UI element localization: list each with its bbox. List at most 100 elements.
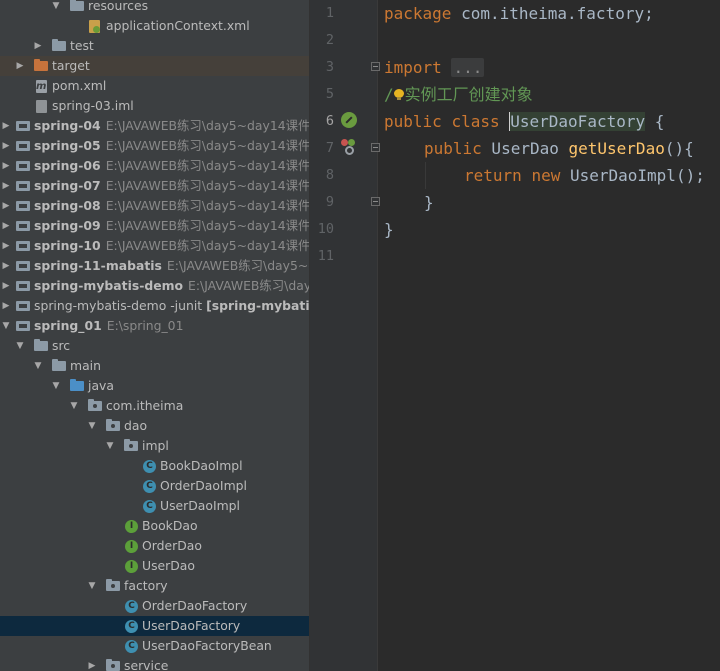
code-line-3[interactable]: import ... bbox=[384, 54, 485, 81]
tree-item-target[interactable]: ▶ target bbox=[0, 56, 309, 76]
tree-item-label: OrderDao bbox=[142, 538, 202, 553]
chevron-right-icon[interactable]: ▶ bbox=[0, 136, 12, 156]
tree-item-label: main bbox=[70, 358, 101, 373]
code-line-6[interactable]: public class UserDaoFactory { bbox=[384, 108, 664, 135]
comment-token: / bbox=[384, 85, 394, 104]
fold-toggle-icon[interactable] bbox=[371, 197, 380, 206]
tree-item-applicationcontext-xml[interactable]: applicationContext.xml bbox=[0, 16, 309, 36]
resources-folder-icon bbox=[70, 0, 84, 13]
package-icon bbox=[106, 579, 120, 593]
chevron-down-icon[interactable]: ▼ bbox=[86, 576, 98, 596]
tree-item-spring-09[interactable]: ▶ spring-09 E:\JAVAWEB练习\day5~day14课件\da bbox=[0, 216, 309, 236]
lightbulb-icon[interactable] bbox=[393, 89, 404, 101]
code-token: } bbox=[424, 193, 434, 212]
class-icon: C bbox=[143, 480, 156, 493]
tree-item-service[interactable]: ▶ service bbox=[0, 656, 309, 671]
chevron-right-icon[interactable]: ▶ bbox=[0, 256, 12, 276]
line-number: 7 bbox=[325, 140, 334, 156]
tree-item-spring-07[interactable]: ▶ spring-07 E:\JAVAWEB练习\day5~day14课件\da bbox=[0, 176, 309, 196]
chevron-right-icon[interactable]: ▶ bbox=[0, 196, 12, 216]
chevron-down-icon[interactable]: ▼ bbox=[0, 316, 12, 336]
tree-item-spring-08[interactable]: ▶ spring-08 E:\JAVAWEB练习\day5~day14课件\da bbox=[0, 196, 309, 216]
tree-item-spring-01[interactable]: ▼ spring_01 E:\spring_01 bbox=[0, 316, 309, 336]
code-line-1[interactable]: package com.itheima.factory; bbox=[384, 0, 654, 27]
tree-item-com-itheima[interactable]: ▼ com.itheima bbox=[0, 396, 309, 416]
tree-item-spring-10[interactable]: ▶ spring-10 E:\JAVAWEB练习\day5~day14课件\da bbox=[0, 236, 309, 256]
tree-item-bookdao[interactable]: I BookDao bbox=[0, 516, 309, 536]
tree-item-spring-03-iml[interactable]: spring-03.iml bbox=[0, 96, 309, 116]
tree-item-label: spring-03.iml bbox=[52, 98, 134, 113]
fold-toggle-icon[interactable] bbox=[371, 143, 380, 152]
tree-item-spring-04[interactable]: ▶ spring-04 E:\JAVAWEB练习\day5~day14课件\da bbox=[0, 116, 309, 136]
code-token: UserDao bbox=[481, 139, 569, 158]
code-line-7[interactable]: public UserDao getUserDao(){ bbox=[424, 135, 694, 162]
tree-item-test[interactable]: ▶ test bbox=[0, 36, 309, 56]
module-path: E:\JAVAWEB练习\day5~day14课件\da bbox=[105, 218, 309, 233]
maven-file-icon bbox=[36, 77, 47, 96]
fold-toggle-icon[interactable] bbox=[371, 62, 380, 71]
module-path: E:\JAVAWEB练习\day5~day14课件\da bbox=[105, 238, 309, 253]
tree-item-pom-xml[interactable]: pom.xml bbox=[0, 76, 309, 96]
tree-item-userdaofactory[interactable]: C UserDaoFactory bbox=[0, 616, 309, 636]
tree-item-label: UserDao bbox=[142, 558, 195, 573]
class-icon: C bbox=[143, 460, 156, 473]
code-token: } bbox=[384, 220, 394, 239]
tree-item-java[interactable]: ▼ java bbox=[0, 376, 309, 396]
tree-item-dao[interactable]: ▼ dao bbox=[0, 416, 309, 436]
tree-item-src[interactable]: ▼ src bbox=[0, 336, 309, 356]
line-number: 11 bbox=[317, 248, 334, 264]
code-line-8[interactable]: return new UserDaoImpl(); bbox=[464, 162, 705, 189]
chevron-down-icon[interactable]: ▼ bbox=[104, 436, 116, 456]
chevron-right-icon[interactable]: ▶ bbox=[0, 216, 12, 236]
tree-item-label: pom.xml bbox=[52, 78, 107, 93]
tree-item-label: test bbox=[70, 38, 94, 53]
chevron-down-icon[interactable]: ▼ bbox=[86, 416, 98, 436]
module-path: E:\JAVAWEB练习\day5~day bbox=[166, 258, 309, 273]
implementation-gutter-icon[interactable] bbox=[341, 139, 357, 155]
chevron-right-icon[interactable]: ▶ bbox=[0, 116, 12, 136]
module-icon bbox=[16, 319, 30, 333]
chevron-right-icon[interactable]: ▶ bbox=[0, 296, 12, 316]
tree-item-userdaofactorybean[interactable]: C UserDaoFactoryBean bbox=[0, 636, 309, 656]
chevron-down-icon[interactable]: ▼ bbox=[14, 336, 26, 356]
module-path: E:\spring_01 bbox=[106, 318, 184, 333]
tree-item-spring-05[interactable]: ▶ spring-05 E:\JAVAWEB练习\day5~day14课件\da bbox=[0, 136, 309, 156]
tree-item-factory[interactable]: ▼ factory bbox=[0, 576, 309, 596]
code-line-5[interactable]: / 实例工厂创建对象 bbox=[384, 81, 533, 108]
tree-item-impl[interactable]: ▼ impl bbox=[0, 436, 309, 456]
chevron-right-icon[interactable]: ▶ bbox=[0, 156, 12, 176]
code-line-10[interactable]: } bbox=[384, 216, 394, 243]
tree-item-orderdao[interactable]: I OrderDao bbox=[0, 536, 309, 556]
tree-item-userdao[interactable]: I UserDao bbox=[0, 556, 309, 576]
tree-item-spring-11-mabatis[interactable]: ▶ spring-11-mabatis E:\JAVAWEB练习\day5~day bbox=[0, 256, 309, 276]
tree-item-spring-06[interactable]: ▶ spring-06 E:\JAVAWEB练习\day5~day14课件\da bbox=[0, 156, 309, 176]
chevron-down-icon[interactable]: ▼ bbox=[50, 376, 62, 396]
chevron-down-icon[interactable]: ▼ bbox=[32, 356, 44, 376]
line-number: 1 bbox=[325, 5, 334, 21]
source-folder-icon bbox=[70, 379, 84, 393]
code-line-9[interactable]: } bbox=[424, 189, 434, 216]
tree-item-main[interactable]: ▼ main bbox=[0, 356, 309, 376]
module-icon bbox=[16, 199, 30, 213]
folded-imports[interactable]: ... bbox=[451, 58, 485, 77]
chevron-right-icon[interactable]: ▶ bbox=[0, 176, 12, 196]
line-number: 8 bbox=[325, 167, 334, 183]
tree-item-resources[interactable]: ▼ resources bbox=[0, 0, 309, 16]
tree-item-userdaoimpl[interactable]: C UserDaoImpl bbox=[0, 496, 309, 516]
chevron-right-icon[interactable]: ▶ bbox=[32, 36, 44, 56]
project-tree: ▼ resources applicationContext.xml ▶ tes… bbox=[0, 0, 309, 671]
tree-item-spring-mybatis-demo-junit[interactable]: ▶ spring-mybatis-demo -junit [spring-myb… bbox=[0, 296, 309, 316]
chevron-right-icon[interactable]: ▶ bbox=[86, 656, 98, 671]
method-name-token: getUserDao bbox=[568, 139, 665, 158]
tree-item-spring-mybatis-demo[interactable]: ▶ spring-mybatis-demo E:\JAVAWEB练习\day5~ bbox=[0, 276, 309, 296]
spring-bean-icon[interactable] bbox=[341, 112, 357, 128]
tree-item-orderdaoimpl[interactable]: C OrderDaoImpl bbox=[0, 476, 309, 496]
keyword-token: class bbox=[451, 112, 500, 131]
tree-item-orderdaofactory[interactable]: C OrderDaoFactory bbox=[0, 596, 309, 616]
chevron-right-icon[interactable]: ▶ bbox=[14, 56, 26, 76]
chevron-right-icon[interactable]: ▶ bbox=[0, 236, 12, 256]
chevron-down-icon[interactable]: ▼ bbox=[50, 0, 62, 16]
tree-item-bookdaoimpl[interactable]: C BookDaoImpl bbox=[0, 456, 309, 476]
chevron-down-icon[interactable]: ▼ bbox=[68, 396, 80, 416]
chevron-right-icon[interactable]: ▶ bbox=[0, 276, 12, 296]
